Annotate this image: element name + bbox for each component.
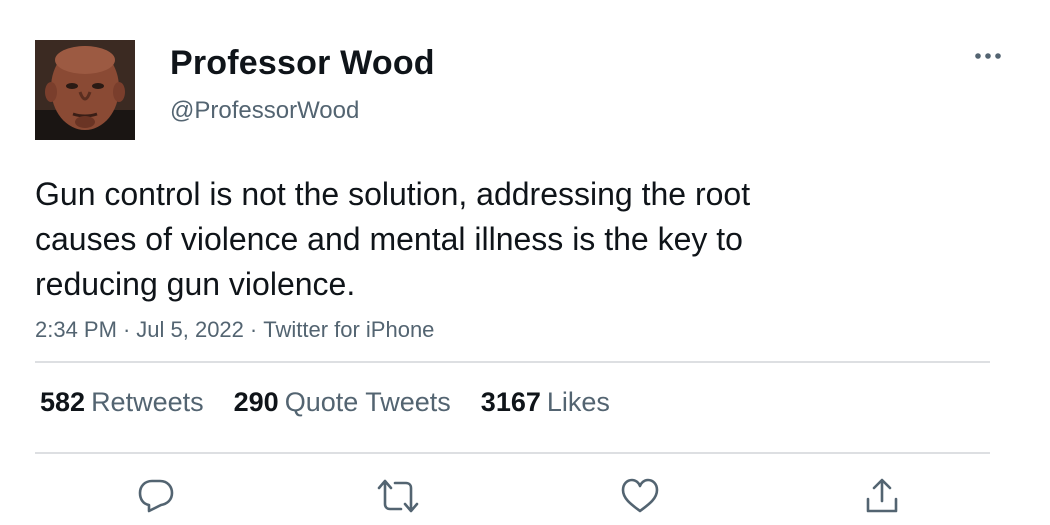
meta-separator: ·	[249, 317, 258, 342]
likes-label: Likes	[546, 387, 610, 417]
retweet-button[interactable]	[376, 474, 420, 518]
retweets-stat[interactable]: 582 Retweets	[40, 387, 204, 418]
retweets-count: 582	[40, 387, 86, 417]
quote-tweets-stat[interactable]: 290 Quote Tweets	[234, 387, 451, 418]
heart-icon	[621, 478, 659, 513]
more-options-button[interactable]	[968, 42, 1008, 70]
reply-icon	[138, 479, 174, 513]
display-name[interactable]: Professor Wood	[170, 44, 435, 83]
more-dots-icon	[975, 53, 1001, 59]
tweet-card: Professor Wood @ProfessorWood Gun contro…	[0, 0, 1050, 525]
tweet-text: Gun control is not the solution, address…	[35, 176, 751, 302]
likes-count: 3167	[480, 387, 541, 417]
like-button[interactable]	[618, 474, 662, 518]
reply-button[interactable]	[134, 474, 178, 518]
share-button[interactable]	[860, 474, 904, 518]
avatar[interactable]	[35, 40, 135, 140]
tweet-metadata: 2:34 PM · Jul 5, 2022 · Twitter for iPhone	[35, 317, 434, 343]
retweets-label: Retweets	[91, 387, 204, 417]
engagement-stats: 582 Retweets 290 Quote Tweets 3167 Likes	[40, 387, 640, 418]
likes-stat[interactable]: 3167 Likes	[481, 387, 610, 418]
user-handle[interactable]: @ProfessorWood	[170, 97, 359, 125]
retweet-icon	[377, 479, 419, 513]
quote-tweets-label: Quote Tweets	[284, 387, 451, 417]
profile-photo-icon	[35, 40, 135, 140]
divider	[35, 361, 990, 363]
tweet-time[interactable]: 2:34 PM	[35, 317, 117, 342]
share-icon	[866, 478, 898, 513]
tweet-source[interactable]: Twitter for iPhone	[263, 317, 434, 342]
divider	[35, 452, 990, 454]
meta-separator: ·	[122, 317, 131, 342]
tweet-date[interactable]: Jul 5, 2022	[136, 317, 244, 342]
quote-tweets-count: 290	[233, 387, 279, 417]
